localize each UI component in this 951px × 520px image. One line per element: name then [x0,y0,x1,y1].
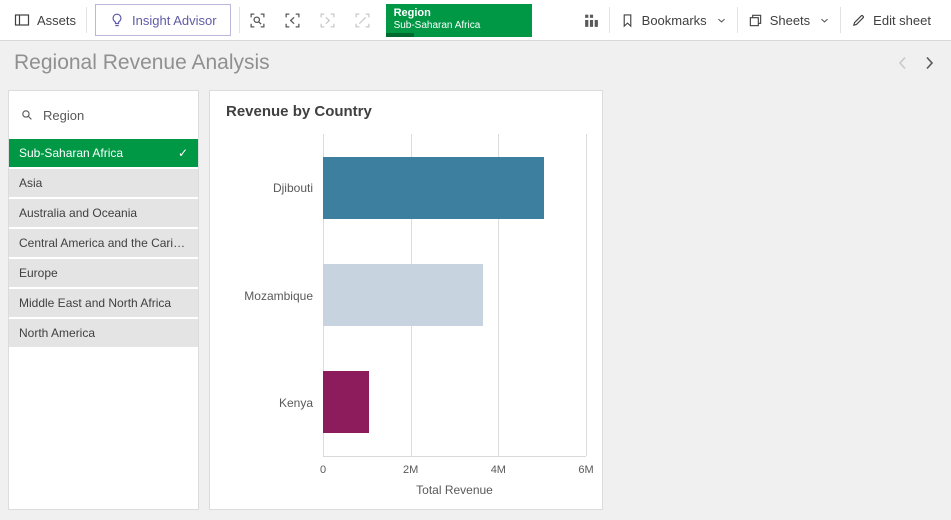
filter-item[interactable]: Sub-Saharan Africa ✓ [9,139,198,167]
step-back-selection-button[interactable] [275,3,310,38]
edit-sheet-label: Edit sheet [873,13,931,28]
assets-button[interactable]: Assets [4,0,86,40]
search-icon [20,108,34,122]
sheet-navigation [895,55,937,71]
sheet-title: Regional Revenue Analysis [14,51,895,75]
previous-sheet-chevron-icon [895,55,911,71]
sheet-title-bar: Regional Revenue Analysis [0,41,951,84]
x-axis-tick: 6M [578,464,593,476]
bar-row [323,349,586,456]
grid-icon [583,12,600,29]
x-axis-tick: 2M [403,464,418,476]
chevron-down-icon [716,15,727,26]
filter-item[interactable]: Middle East and North Africa ✓ [9,289,198,317]
chart-bar[interactable] [323,371,369,433]
selection-value: Sub-Saharan Africa [394,20,524,32]
bars [323,134,586,456]
chevron-down-icon [819,15,830,26]
insight-advisor-button[interactable]: Insight Advisor [95,4,231,36]
bar-row [323,134,586,241]
bar-chart-plot: Djibouti Mozambique Kenya [226,134,586,501]
y-axis-label[interactable]: Kenya [226,349,323,457]
bookmarks-label: Bookmarks [642,13,707,28]
sheet-content: Region Sub-Saharan Africa ✓ Asia ✓ Austr… [0,84,951,520]
y-axis-label[interactable]: Djibouti [226,134,323,242]
bar-row [323,241,586,348]
smart-search-icon [249,12,266,29]
toolbar: Assets Insight Advisor Region Sub-Sahara… [0,0,951,41]
filter-item[interactable]: North America ✓ [9,319,198,347]
x-axis: 0 2M 4M 6M [323,457,586,483]
x-axis-title: Total Revenue [323,483,586,501]
step-back-icon [284,12,301,29]
clear-selections-icon [354,12,371,29]
selection-field: Region [394,7,524,20]
edit-sheet-button[interactable]: Edit sheet [841,0,941,40]
checkmark-icon: ✓ [178,146,188,160]
selection-chip-region[interactable]: Region Sub-Saharan Africa [386,4,532,37]
y-axis-labels: Djibouti Mozambique Kenya [226,134,323,457]
x-axis-tick: 0 [320,464,326,476]
app-objects-button[interactable] [574,3,609,38]
filter-pane-title: Region [43,108,84,123]
assets-panel-icon [14,12,30,28]
chart-title: Revenue by Country [226,103,586,120]
pencil-icon [851,13,866,28]
gridline [586,134,587,456]
x-axis-tick: 4M [491,464,506,476]
sheets-button[interactable]: Sheets [738,0,840,40]
toolbar-divider [86,7,87,33]
chart-revenue-by-country[interactable]: Revenue by Country Djibouti Mozambique K… [209,90,603,510]
y-axis-label[interactable]: Mozambique [226,242,323,350]
filter-pane-header[interactable]: Region [9,91,198,139]
next-sheet-chevron-icon[interactable] [921,55,937,71]
sheets-label: Sheets [770,13,810,28]
plot-area [323,134,586,457]
insight-advisor-icon [109,12,125,28]
filter-item[interactable]: Australia and Oceania ✓ [9,199,198,227]
step-forward-icon [319,12,336,29]
sheets-icon [748,13,763,28]
chart-bar[interactable] [323,157,544,219]
insight-advisor-label: Insight Advisor [132,13,217,28]
assets-label: Assets [37,13,76,28]
filter-list: Sub-Saharan Africa ✓ Asia ✓ Australia an… [9,139,198,509]
selection-progress-bar [386,33,414,37]
smart-search-button[interactable] [240,3,275,38]
filter-pane-region: Region Sub-Saharan Africa ✓ Asia ✓ Austr… [8,90,199,510]
step-forward-selection-button [310,3,345,38]
filter-item[interactable]: Asia ✓ [9,169,198,197]
filter-item[interactable]: Central America and the Caribbean ✓ [9,229,198,257]
bookmarks-button[interactable]: Bookmarks [610,0,737,40]
filter-item[interactable]: Europe ✓ [9,259,198,287]
bookmark-icon [620,13,635,28]
clear-selections-button [345,3,380,38]
chart-bar[interactable] [323,264,483,326]
